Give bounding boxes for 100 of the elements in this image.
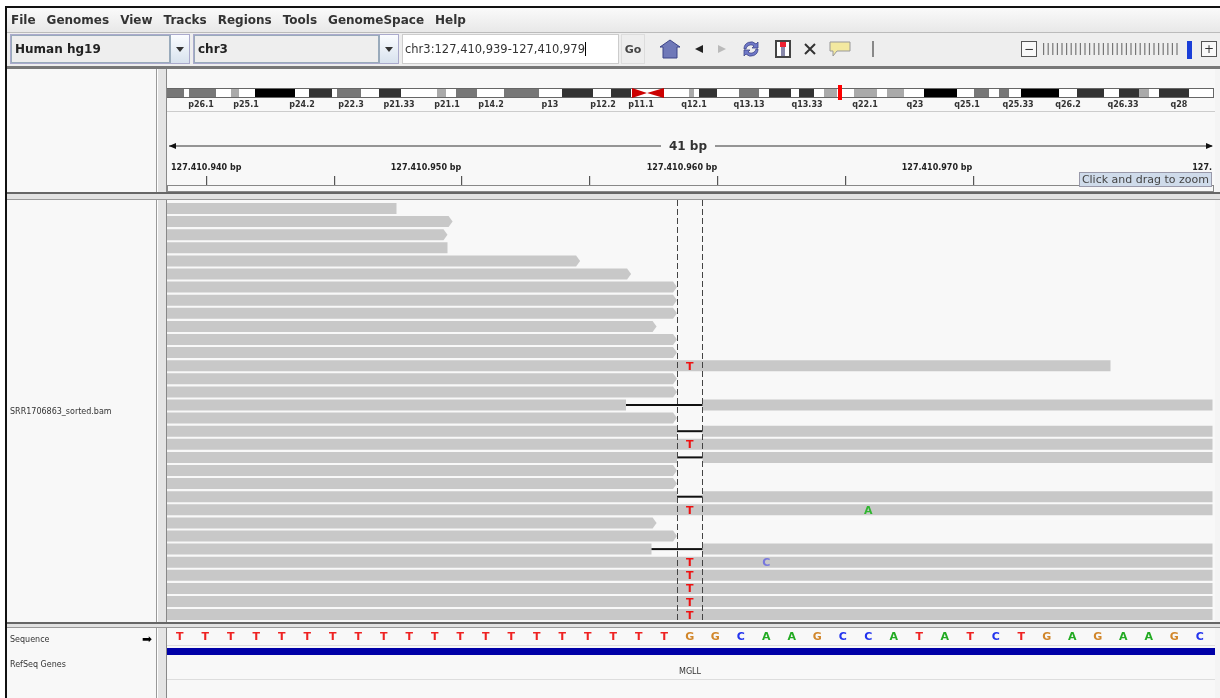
- sequence-base: G: [1093, 630, 1103, 643]
- ruler-tick-label: 127.: [1192, 162, 1212, 172]
- locus-field[interactable]: chr3:127,410,939-127,410,979: [402, 34, 619, 65]
- sequence-base: C: [1195, 630, 1204, 643]
- band-label: q12.1: [681, 99, 707, 109]
- menu-item[interactable]: Tools: [282, 12, 318, 27]
- sequence-base: T: [609, 630, 617, 643]
- mismatch-base: T: [686, 608, 694, 622]
- band-label: p22.3: [338, 99, 364, 109]
- caret-icon: [385, 46, 393, 52]
- deletion-line: [677, 495, 703, 498]
- zoom-slider-thumb[interactable]: [1187, 41, 1193, 60]
- panel-splitter[interactable]: [157, 200, 167, 623]
- menu-item[interactable]: Tracks: [163, 12, 207, 27]
- genome-dropdown[interactable]: Human hg19: [10, 34, 190, 65]
- sequence-base: G: [685, 630, 695, 643]
- band-label: q22.1: [852, 99, 878, 109]
- sequence-base: T: [227, 630, 235, 643]
- zoom-in-button[interactable]: +: [1201, 41, 1217, 58]
- band-label: p24.2: [289, 99, 315, 109]
- panel-splitter[interactable]: [157, 628, 167, 698]
- band-label: q28: [1170, 99, 1188, 109]
- band-label: q25.1: [954, 99, 980, 109]
- sequence-base: T: [966, 630, 974, 643]
- band-label: q23: [906, 99, 924, 109]
- band-label: q13.13: [733, 99, 765, 109]
- mismatch-base: A: [864, 504, 873, 518]
- sequence-base: T: [915, 630, 923, 643]
- sequence-base: G: [1169, 630, 1179, 643]
- sequence-base: C: [991, 630, 1000, 643]
- region-icon[interactable]: [775, 40, 791, 59]
- span-label: 41 bp: [668, 138, 708, 153]
- sequence-base: C: [838, 630, 847, 643]
- panel-splitter[interactable]: [157, 68, 167, 192]
- sequence-base: T: [201, 630, 209, 643]
- track-name: SRR1706863_sorted.bam: [9, 406, 112, 416]
- band-label: q25.33: [1002, 99, 1034, 109]
- deletion-line: [651, 548, 703, 551]
- menu-item[interactable]: File: [11, 12, 36, 27]
- mismatch-base: T: [686, 359, 694, 373]
- track-name: RefSeq Genes: [9, 660, 67, 669]
- sequence-base: A: [787, 630, 796, 643]
- zoom-tooltip: Click and drag to zoom: [1078, 171, 1212, 187]
- home-icon[interactable]: [659, 39, 681, 60]
- sequence-base: T: [278, 630, 286, 643]
- sequence-base: G: [1042, 630, 1052, 643]
- band-label: p13: [541, 99, 559, 109]
- deletion-line: [677, 456, 703, 459]
- sequence-base: T: [380, 630, 388, 643]
- sequence-base: T: [660, 630, 668, 643]
- band-label: p12.2: [590, 99, 616, 109]
- sequence-base: T: [303, 630, 311, 643]
- menu-item[interactable]: Help: [435, 12, 466, 27]
- sequence-base: T: [329, 630, 337, 643]
- band-label: p21.1: [434, 99, 460, 109]
- band-label: q26.33: [1107, 99, 1139, 109]
- sequence-base: T: [176, 630, 184, 643]
- chromosome-dropdown[interactable]: chr3: [193, 34, 399, 65]
- sequence-base: C: [736, 630, 745, 643]
- sequence-base: T: [252, 630, 260, 643]
- sequence-base: T: [584, 630, 592, 643]
- menu-item[interactable]: Genomes: [46, 12, 110, 27]
- sequence-base: T: [431, 630, 439, 643]
- menu-item[interactable]: Regions: [217, 12, 272, 27]
- strand-arrow[interactable]: ➡: [141, 632, 152, 646]
- sequence-base: T: [635, 630, 643, 643]
- sequence-base: A: [1144, 630, 1153, 643]
- deletion-line: [677, 430, 703, 433]
- sequence-base: A: [1119, 630, 1128, 643]
- band-label: p14.2: [478, 99, 504, 109]
- ruler-tick-label: 127.410.950 bp: [390, 162, 462, 172]
- mismatch-base: T: [686, 504, 694, 518]
- sequence-base: T: [456, 630, 464, 643]
- sequence-base: G: [812, 630, 822, 643]
- gene-label: MGLL: [679, 667, 701, 676]
- sequence-base: T: [533, 630, 541, 643]
- close-icon[interactable]: [804, 43, 816, 56]
- band-label: p21.33: [383, 99, 415, 109]
- caret-icon: [176, 46, 184, 52]
- mismatch-base: T: [686, 582, 694, 596]
- menu-item[interactable]: GenomeSpace: [328, 12, 425, 27]
- band-label: p11.1: [628, 99, 654, 109]
- mismatch-base: C: [762, 556, 771, 570]
- band-label: q13.33: [791, 99, 823, 109]
- sequence-base: T: [1017, 630, 1025, 643]
- sequence-base: T: [405, 630, 413, 643]
- zoom-out-button[interactable]: −: [1021, 41, 1037, 58]
- back-icon[interactable]: [694, 44, 704, 55]
- mismatch-base: T: [686, 438, 694, 452]
- mismatch-base: T: [686, 556, 694, 570]
- go-button[interactable]: Go: [621, 34, 645, 65]
- sequence-base: T: [558, 630, 566, 643]
- band-label: p25.1: [233, 99, 259, 109]
- menu-item[interactable]: View: [120, 12, 153, 27]
- mismatch-base: T: [686, 595, 694, 609]
- ruler-tick-label: 127.410.970 bp: [901, 162, 973, 172]
- sequence-base: A: [762, 630, 771, 643]
- refresh-icon[interactable]: [740, 39, 762, 60]
- sequence-base: T: [354, 630, 362, 643]
- track-name: Sequence: [9, 634, 50, 644]
